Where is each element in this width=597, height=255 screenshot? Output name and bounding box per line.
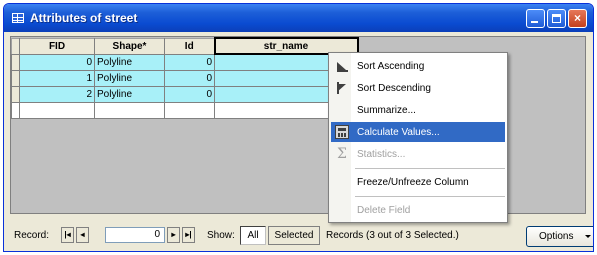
row-selector[interactable] <box>11 53 20 71</box>
options-label: Options <box>539 231 574 242</box>
menu-separator <box>355 168 505 169</box>
menu-item-statistics: Σ Statistics... <box>331 144 505 164</box>
options-button[interactable]: Options <box>526 226 593 247</box>
menu-item-sort-ascending[interactable]: Sort Ascending <box>331 56 505 76</box>
cell-id[interactable]: 0 <box>164 85 215 103</box>
header-row: FID Shape* Id str_name <box>11 37 359 55</box>
cell-shape[interactable]: Polyline <box>94 69 165 87</box>
sort-ascending-icon <box>335 59 349 73</box>
table-row[interactable]: 2 Polyline 0 <box>11 85 358 103</box>
close-button[interactable]: × <box>568 9 587 28</box>
row-selector[interactable] <box>11 85 20 103</box>
menu-item-label: Statistics... <box>357 148 406 160</box>
menu-item-label: Calculate Values... <box>357 126 440 138</box>
menu-item-delete-field: Delete Field <box>331 200 505 220</box>
row-selector[interactable] <box>11 69 20 87</box>
column-context-menu: Sort Ascending Sort Descending Summarize… <box>328 52 508 223</box>
minimize-icon <box>531 21 538 23</box>
status-bar: Record: |◂ ◂ 0 ▸ ▸| Show: All Selected R… <box>10 224 593 248</box>
table-icon <box>12 13 24 23</box>
maximize-icon <box>552 14 561 23</box>
menu-item-sort-descending[interactable]: Sort Descending <box>331 78 505 98</box>
close-icon: × <box>573 11 581 25</box>
records-count-text: Records (3 out of 3 Selected.) <box>326 230 459 241</box>
sort-descending-icon <box>335 81 349 95</box>
menu-item-summarize[interactable]: Summarize... <box>331 100 505 120</box>
menu-item-freeze-column[interactable]: Freeze/Unfreeze Column <box>331 172 505 192</box>
menu-item-label: Delete Field <box>357 204 411 216</box>
new-row[interactable] <box>11 101 358 119</box>
show-selected-button[interactable]: Selected <box>268 226 320 245</box>
cell-id[interactable]: 0 <box>164 53 215 71</box>
window-title: Attributes of street <box>30 11 138 25</box>
menu-item-label: Summarize... <box>357 104 416 116</box>
last-record-button[interactable]: ▸| <box>182 227 195 243</box>
cell-fid[interactable]: 2 <box>19 85 95 103</box>
record-label: Record: <box>14 230 50 241</box>
cell-fid[interactable]: 1 <box>19 69 95 87</box>
menu-item-calculate-values[interactable]: Calculate Values... <box>331 122 505 142</box>
row-selector[interactable] <box>11 101 20 119</box>
show-label: Show: <box>207 230 235 241</box>
empty-cell[interactable] <box>19 101 95 119</box>
cell-shape[interactable]: Polyline <box>94 85 165 103</box>
calculator-icon <box>335 125 349 139</box>
table-row[interactable]: 1 Polyline 0 <box>11 69 358 87</box>
empty-cell[interactable] <box>94 101 165 119</box>
first-record-button[interactable]: |◂ <box>61 227 74 243</box>
title-bar[interactable]: Attributes of street × <box>4 4 593 32</box>
cell-fid[interactable]: 0 <box>19 53 95 71</box>
cell-id[interactable]: 0 <box>164 69 215 87</box>
sigma-icon: Σ <box>337 146 347 162</box>
previous-record-button[interactable]: ◂ <box>76 227 89 243</box>
cell-shape[interactable]: Polyline <box>94 53 165 71</box>
menu-item-label: Sort Descending <box>357 82 431 94</box>
attributes-window: Attributes of street × FID Shape* Id str… <box>3 3 594 252</box>
table-row[interactable]: 0 Polyline 0 <box>11 53 358 71</box>
column-header-fid[interactable]: FID <box>19 37 95 55</box>
show-all-button[interactable]: All <box>240 226 266 245</box>
minimize-button[interactable] <box>526 9 545 28</box>
empty-cell[interactable] <box>164 101 215 119</box>
column-header-shape[interactable]: Shape* <box>94 37 165 55</box>
dropdown-arrow-icon <box>585 235 591 238</box>
select-all-cell[interactable] <box>11 37 20 55</box>
column-header-id[interactable]: Id <box>164 37 215 55</box>
next-record-button[interactable]: ▸ <box>167 227 180 243</box>
menu-item-label: Sort Ascending <box>357 60 425 72</box>
record-number-input[interactable]: 0 <box>105 227 165 243</box>
menu-item-label: Freeze/Unfreeze Column <box>357 176 469 188</box>
menu-separator <box>355 196 505 197</box>
maximize-button[interactable] <box>547 9 566 28</box>
